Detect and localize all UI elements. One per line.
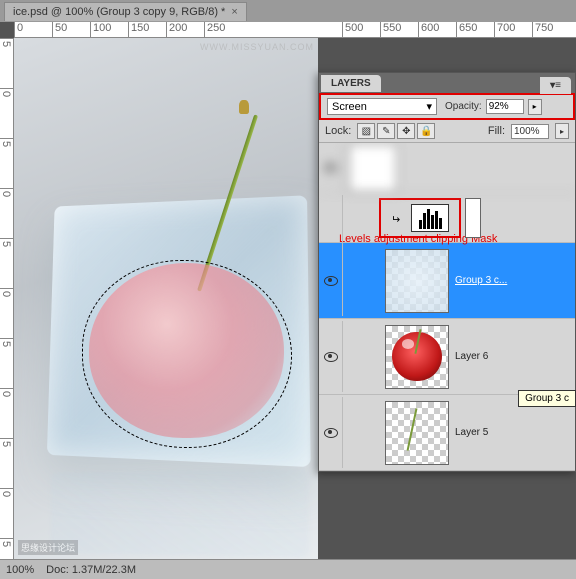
layer-row-blurred[interactable] xyxy=(319,143,575,193)
layers-panel: LAYERS ▾≡ Screen ▾ Opacity: 92% ▸ Lock: … xyxy=(318,72,576,472)
layer-name[interactable]: Group 3 c... xyxy=(455,275,507,286)
watermark-text: 思缘设计论坛 xyxy=(18,540,78,555)
layer-thumbnail[interactable] xyxy=(385,401,449,465)
layer-thumbnail[interactable] xyxy=(349,144,397,192)
layer-name[interactable]: Layer 5 xyxy=(455,427,488,438)
visibility-eye-icon[interactable] xyxy=(324,352,338,362)
visibility-eye-icon[interactable] xyxy=(324,276,338,286)
lock-brush-icon[interactable]: ✎ xyxy=(377,123,395,139)
fill-input[interactable]: 100% xyxy=(511,124,549,139)
opacity-label: Opacity: xyxy=(445,101,482,112)
layer-name-tooltip: Group 3 c xyxy=(518,390,576,407)
ice-reflection xyxy=(51,469,309,557)
layer-thumbnail[interactable] xyxy=(385,249,449,313)
lock-fill-row: Lock: ▧ ✎ ✥ 🔒 Fill: 100% ▸ xyxy=(319,120,575,143)
canvas[interactable]: WWW.MISSYUAN.COM 思缘设计论坛 xyxy=(14,38,318,559)
watermark-url: WWW.MISSYUAN.COM xyxy=(200,42,314,52)
chevron-down-icon: ▾ xyxy=(426,100,432,113)
fill-label: Fill: xyxy=(488,125,505,137)
opacity-flyout-icon[interactable]: ▸ xyxy=(528,99,542,115)
panel-title[interactable]: LAYERS xyxy=(321,75,381,92)
document-tab-bar: ice.psd @ 100% (Group 3 copy 9, RGB/8) *… xyxy=(0,0,576,22)
marquee-selection[interactable] xyxy=(82,260,292,448)
blend-mode-value: Screen xyxy=(332,101,367,113)
fill-flyout-icon[interactable]: ▸ xyxy=(555,123,569,139)
blend-opacity-row: Screen ▾ Opacity: 92% ▸ xyxy=(319,93,575,120)
levels-adjustment-icon[interactable] xyxy=(411,204,449,232)
status-bar: 100% Doc: 1.37M/22.3M xyxy=(0,559,576,579)
clipping-mask-icon xyxy=(391,213,401,223)
opacity-input[interactable]: 92% xyxy=(486,99,524,114)
lock-transparency-icon[interactable]: ▧ xyxy=(357,123,375,139)
lock-label: Lock: xyxy=(325,125,351,137)
document-tab[interactable]: ice.psd @ 100% (Group 3 copy 9, RGB/8) *… xyxy=(4,2,247,21)
cherry-stem-tip xyxy=(239,100,249,114)
layer-name[interactable]: Layer 6 xyxy=(455,351,488,362)
layer-thumbnail[interactable] xyxy=(385,325,449,389)
vertical-ruler[interactable]: 5 0 5 0 5 0 5 0 5 0 5 xyxy=(0,38,14,559)
blend-mode-select[interactable]: Screen ▾ xyxy=(327,98,437,115)
close-icon[interactable]: × xyxy=(231,6,237,18)
doc-size: Doc: 1.37M/22.3M xyxy=(46,564,136,576)
visibility-eye-icon[interactable] xyxy=(324,163,338,173)
panel-header: LAYERS ▾≡ xyxy=(319,73,575,93)
layer-mask-thumbnail[interactable] xyxy=(465,198,481,238)
lock-icons-group: ▧ ✎ ✥ 🔒 xyxy=(357,123,435,139)
document-title: ice.psd @ 100% (Group 3 copy 9, RGB/8) * xyxy=(13,6,225,18)
layer-row-selected[interactable]: Group 3 c... xyxy=(319,243,575,319)
layer-row[interactable]: Layer 6 xyxy=(319,319,575,395)
layers-list: Levels adjustment clipping Mask Group 3 … xyxy=(319,143,575,471)
panel-menu-icon[interactable]: ▾≡ xyxy=(540,77,571,94)
zoom-level[interactable]: 100% xyxy=(6,564,34,576)
lock-move-icon[interactable]: ✥ xyxy=(397,123,415,139)
horizontal-ruler[interactable]: 0 50 100 150 200 250 500 550 600 650 700… xyxy=(14,22,576,38)
visibility-eye-icon[interactable] xyxy=(324,428,338,438)
lock-all-icon[interactable]: 🔒 xyxy=(417,123,435,139)
